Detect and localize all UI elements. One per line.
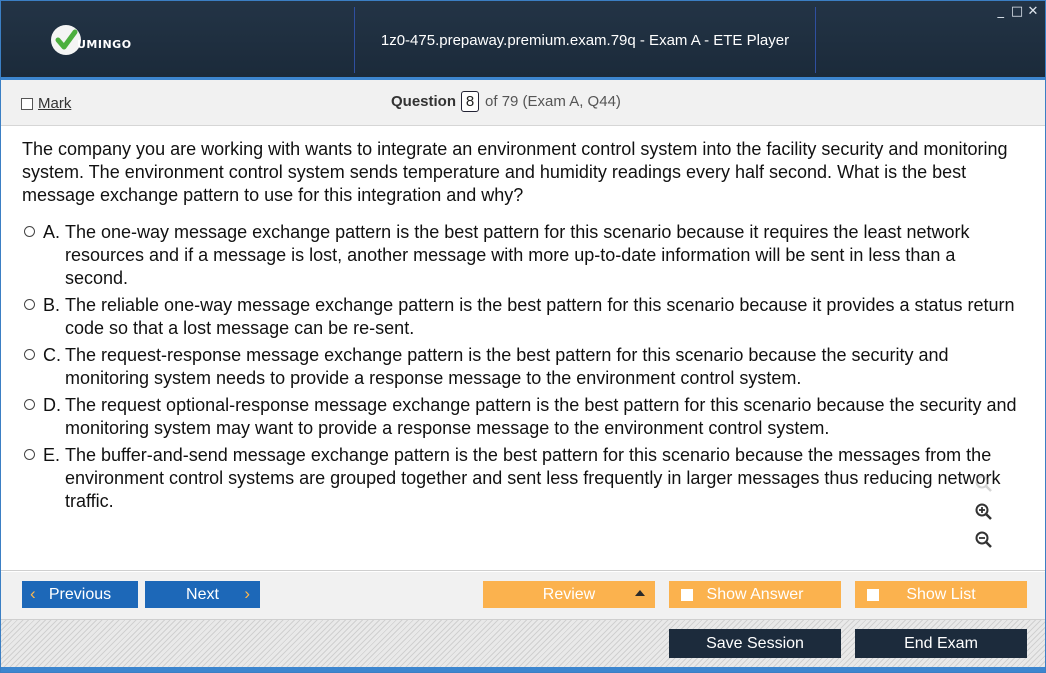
show-list-label: Show List <box>906 585 976 603</box>
answer-option-c[interactable]: C. The request-response message exchange… <box>22 344 1022 390</box>
answer-option-a[interactable]: A. The one-way message exchange pattern … <box>22 221 1022 290</box>
window-title: 1z0-475.prepaway.premium.exam.79q - Exam… <box>380 32 790 49</box>
close-icon[interactable]: ✕ <box>1027 4 1039 19</box>
mark-label: Mark <box>38 95 72 112</box>
vumingo-logo: UMINGO <box>51 25 141 55</box>
zoom-controls <box>971 471 999 555</box>
option-text: The request optional-response message ex… <box>65 395 1017 438</box>
title-bar: UMINGO 1z0-475.prepaway.premium.exam.79q… <box>1 1 1045 77</box>
question-header: Mark Question 8 of 79 (Exam A, Q44) <box>1 80 1045 126</box>
logo-text: UMINGO <box>77 38 132 51</box>
option-text: The one-way message exchange pattern is … <box>65 222 970 288</box>
mark-checkbox-box[interactable] <box>21 97 33 110</box>
zoom-in-icon[interactable] <box>971 499 997 525</box>
answer-options: A. The one-way message exchange pattern … <box>22 221 1022 517</box>
footer-bar: Save Session End Exam <box>1 619 1045 667</box>
previous-button[interactable]: ‹ Previous <box>22 581 138 608</box>
next-label: Next <box>186 585 219 603</box>
answer-option-d[interactable]: D. The request optional-response message… <box>22 394 1022 440</box>
show-answer-label: Show Answer <box>706 585 804 603</box>
review-label: Review <box>542 585 596 603</box>
radio-button[interactable] <box>24 349 35 360</box>
question-total: of 79 (Exam A, Q44) <box>485 93 621 110</box>
answer-option-b[interactable]: B. The reliable one-way message exchange… <box>22 294 1022 340</box>
option-text: The request-response message exchange pa… <box>65 345 949 388</box>
question-word: Question <box>391 93 457 110</box>
zoom-out-icon[interactable] <box>971 527 997 553</box>
question-counter: Question 8 of 79 (Exam A, Q44) <box>391 91 621 112</box>
show-answer-checkbox[interactable] <box>681 589 693 601</box>
navigation-bar: ‹ Previous Next › Review Show Answer Sho… <box>1 572 1045 619</box>
save-session-button[interactable]: Save Session <box>669 629 841 658</box>
option-letter: E. <box>43 445 61 465</box>
question-body: The company you are working with wants t… <box>1 126 1045 571</box>
next-button[interactable]: Next › <box>145 581 260 608</box>
review-button[interactable]: Review <box>483 581 655 608</box>
mark-checkbox[interactable]: Mark <box>21 95 71 112</box>
question-text: The company you are working with wants t… <box>22 139 1008 205</box>
option-text: The reliable one-way message exchange pa… <box>65 295 1015 338</box>
zoom-reset-icon[interactable] <box>971 471 997 497</box>
minimize-icon[interactable]: _ <box>995 4 1007 19</box>
previous-label: Previous <box>48 585 112 603</box>
radio-button[interactable] <box>24 399 35 410</box>
chevron-left-icon: ‹ <box>30 584 36 603</box>
maximize-icon[interactable]: □ <box>1011 4 1023 19</box>
show-list-checkbox[interactable] <box>867 589 879 601</box>
show-answer-button[interactable]: Show Answer <box>669 581 841 608</box>
option-text: The buffer-and-send message exchange pat… <box>65 445 1001 511</box>
radio-button[interactable] <box>24 299 35 310</box>
end-exam-button[interactable]: End Exam <box>855 629 1027 658</box>
window-controls: _ □ ✕ <box>995 4 1039 19</box>
question-number-input[interactable]: 8 <box>461 91 480 112</box>
bottom-accent-strip <box>1 667 1045 672</box>
radio-button[interactable] <box>24 449 35 460</box>
option-letter: A. <box>43 222 61 242</box>
caret-up-icon[interactable] <box>635 590 645 596</box>
show-list-button[interactable]: Show List <box>855 581 1027 608</box>
chevron-right-icon: › <box>244 584 250 603</box>
option-letter: C. <box>43 345 61 365</box>
option-letter: D. <box>43 395 61 415</box>
ete-player-window: UMINGO 1z0-475.prepaway.premium.exam.79q… <box>0 0 1046 673</box>
answer-option-e[interactable]: E. The buffer-and-send message exchange … <box>22 444 1022 513</box>
option-letter: B. <box>43 295 61 315</box>
title-divider <box>815 7 816 73</box>
radio-button[interactable] <box>24 226 35 237</box>
